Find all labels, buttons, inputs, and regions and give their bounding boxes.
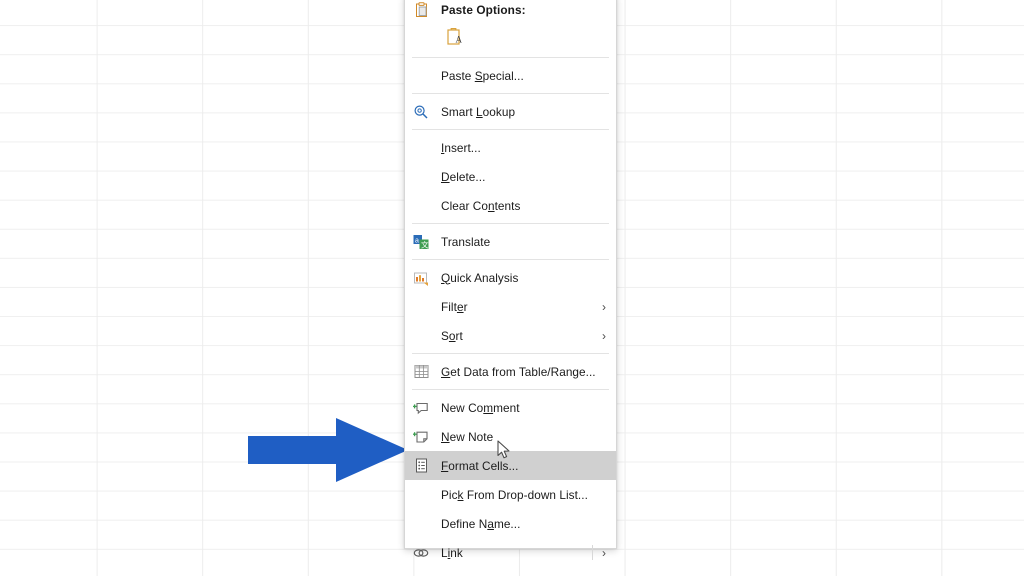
blank-icon: [411, 167, 431, 187]
menu-item-paste-special[interactable]: Paste Special...: [405, 61, 616, 90]
menu-item-sort[interactable]: Sort ›: [405, 321, 616, 350]
blank-icon: [411, 196, 431, 216]
blue-pointer-arrow: [248, 418, 408, 482]
paste-values-only-icon[interactable]: A: [443, 26, 467, 50]
smart-lookup-icon: [411, 102, 431, 122]
menu-separator: [412, 129, 609, 130]
menu-item-delete[interactable]: Delete...: [405, 162, 616, 191]
translate-icon: a 文: [411, 232, 431, 252]
menu-item-insert[interactable]: Insert...: [405, 133, 616, 162]
menu-separator: [412, 389, 609, 390]
menu-separator: [412, 57, 609, 58]
menu-separator: [412, 93, 609, 94]
menu-item-new-note[interactable]: New Note: [405, 422, 616, 451]
blank-icon: [411, 514, 431, 534]
menu-item-new-comment[interactable]: New Comment: [405, 393, 616, 422]
menu-item-clear-contents[interactable]: Clear Contents: [405, 191, 616, 220]
chevron-right-icon: ›: [602, 545, 606, 560]
svg-text:A: A: [456, 35, 463, 45]
menu-item-quick-analysis[interactable]: Quick Analysis: [405, 263, 616, 292]
menu-separator: [412, 223, 609, 224]
menu-item-translate[interactable]: a 文 Translate: [405, 227, 616, 256]
svg-text:文: 文: [421, 239, 429, 249]
clipboard-icon: [411, 0, 431, 20]
menu-item-link[interactable]: Link ›: [405, 538, 616, 567]
paste-options-header: Paste Options:: [405, 0, 616, 22]
link-submenu-chevron: ›: [592, 545, 608, 560]
new-comment-icon: [411, 398, 431, 418]
menu-item-filter[interactable]: Filter ›: [405, 292, 616, 321]
chevron-right-icon: ›: [602, 299, 606, 314]
table-range-icon: [411, 362, 431, 382]
paste-options-gallery[interactable]: A: [405, 22, 616, 54]
blank-icon: [411, 297, 431, 317]
menu-item-pick-from-dropdown-list[interactable]: Pick From Drop-down List...: [405, 480, 616, 509]
new-note-icon: [411, 427, 431, 447]
menu-item-define-name[interactable]: Define Name...: [405, 509, 616, 538]
blank-icon: [411, 485, 431, 505]
menu-item-smart-lookup[interactable]: Smart Lookup: [405, 97, 616, 126]
blank-icon: [411, 138, 431, 158]
menu-item-get-data-from-table-range[interactable]: Get Data from Table/Range...: [405, 357, 616, 386]
link-icon: [411, 543, 431, 563]
quick-analysis-icon: [411, 268, 431, 288]
context-menu[interactable]: Paste Options: A Paste Special... Smart …: [404, 0, 617, 560]
format-cells-icon: [411, 456, 431, 476]
svg-text:a: a: [415, 237, 419, 244]
menu-separator: [412, 259, 609, 260]
paste-options-label: Paste Options:: [441, 3, 526, 17]
blank-icon: [411, 326, 431, 346]
chevron-right-icon: ›: [602, 328, 606, 343]
menu-separator: [412, 353, 609, 354]
menu-item-format-cells-label: Format Cells...: [441, 458, 519, 473]
blank-icon: [411, 66, 431, 86]
menu-item-format-cells[interactable]: Format Cells...: [405, 451, 616, 480]
